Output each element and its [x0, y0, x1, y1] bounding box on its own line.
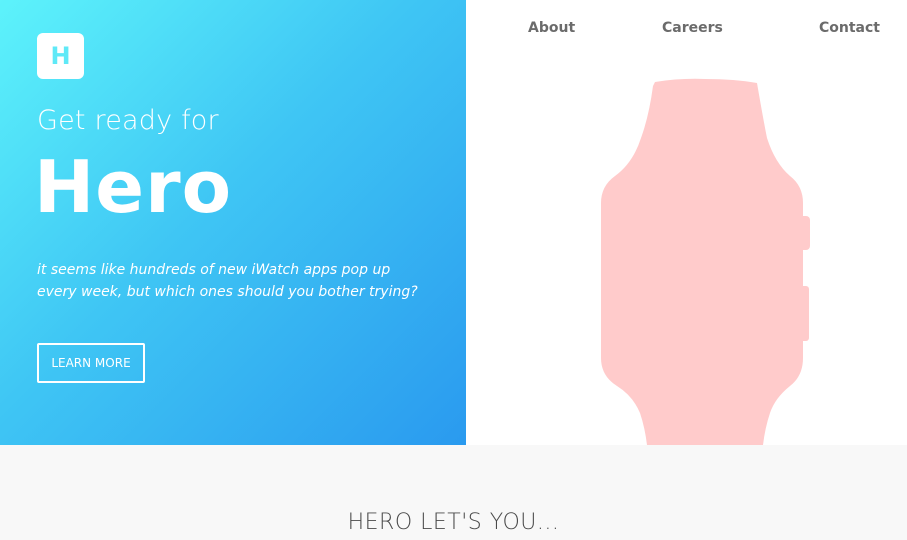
features-title: HERO LET'S YOU... [347, 510, 560, 535]
hero-kicker: Get ready for [37, 105, 219, 136]
smartwatch-icon [601, 78, 810, 445]
hero-tagline: it seems like hundreds of new iWatch app… [37, 262, 418, 300]
hero-panel: H Get ready for Hero it seems like hundr… [0, 0, 466, 445]
nav-link-about[interactable]: About [528, 18, 575, 38]
hero-headline: Hero [34, 145, 233, 229]
nav-link-contact[interactable]: Contact [819, 18, 880, 38]
features-section: HERO LET'S YOU... [0, 445, 907, 540]
learn-more-label: LEARN MORE [51, 356, 131, 370]
nav-link-careers[interactable]: Careers [662, 18, 723, 38]
learn-more-button[interactable]: LEARN MORE [37, 343, 145, 383]
watch-side-button [800, 286, 809, 341]
main-nav: About Careers Contact [466, 18, 907, 38]
logo-letter: H [50, 42, 71, 70]
watch-body [601, 78, 803, 445]
watch-crown [798, 216, 810, 250]
logo[interactable]: H [37, 33, 84, 79]
